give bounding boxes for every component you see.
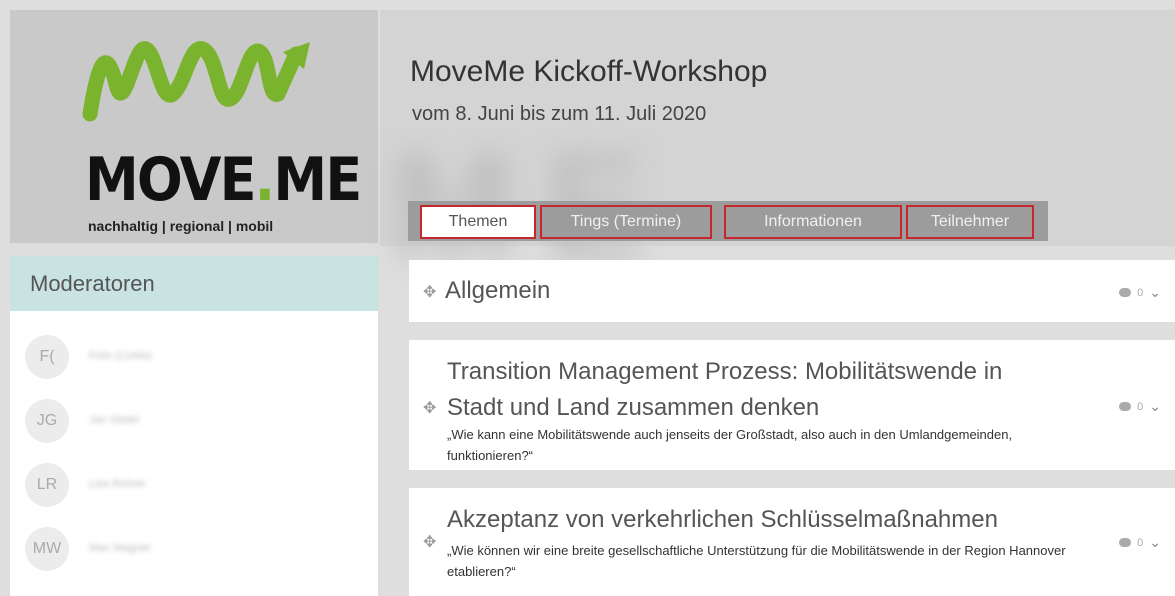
chevron-down-icon[interactable]: ⌄ xyxy=(1149,398,1161,415)
page-subtitle: vom 8. Juni bis zum 11. Juli 2020 xyxy=(412,103,707,125)
chevron-down-icon[interactable]: ⌄ xyxy=(1149,284,1161,301)
moderators-header: Moderatoren xyxy=(10,256,378,311)
moderator-name: Felix (CoMo) xyxy=(89,350,152,362)
topic-meta: 0 ⌄ xyxy=(1119,398,1161,415)
moderator-item[interactable]: LR Lisa Rohrer xyxy=(25,459,365,509)
logo-area[interactable]: MOVE.ME nachhaltig | regional | mobil xyxy=(10,10,378,243)
topic-title: Akzeptanz von verkehrlichen Schlüsselmaß… xyxy=(447,506,998,533)
moderator-item[interactable]: F( Felix (CoMo) xyxy=(25,331,365,381)
tab-bar: Themen Tings (Termine) Informationen Tei… xyxy=(408,201,1048,241)
topic-meta: 0 ⌄ xyxy=(1119,534,1161,551)
tab-teilnehmer[interactable]: Teilnehmer xyxy=(906,205,1034,239)
move-icon[interactable]: ✥ xyxy=(423,532,436,552)
comment-count: 0 xyxy=(1137,400,1144,413)
tab-tings[interactable]: Tings (Termine) xyxy=(540,205,712,239)
topic-card[interactable]: ✥ Akzeptanz von verkehrlichen Schlüsselm… xyxy=(409,488,1175,596)
tab-informationen[interactable]: Informationen xyxy=(724,205,902,239)
moderator-name: Max Wagner xyxy=(89,542,151,554)
moderators-list: F( Felix (CoMo) JG Jan Gödel LR Lisa Roh… xyxy=(10,311,378,596)
page-title: MoveMe Kickoff-Workshop xyxy=(410,55,768,88)
moderator-name: Lisa Rohrer xyxy=(89,478,146,490)
avatar: LR xyxy=(25,463,69,507)
topic-title-line1: Transition Management Prozess: Mobilität… xyxy=(447,358,1003,385)
moderator-name: Jan Gödel xyxy=(89,414,140,426)
topic-meta: 0 ⌄ xyxy=(1119,284,1161,301)
avatar: MW xyxy=(25,527,69,571)
comment-icon xyxy=(1119,402,1132,411)
moveme-logo-icon xyxy=(82,41,310,122)
moderator-item[interactable]: MW Max Wagner xyxy=(25,523,365,573)
comment-count: 0 xyxy=(1137,536,1144,549)
topic-card[interactable]: ✥ Allgemein 0 ⌄ xyxy=(409,260,1175,322)
moderator-item[interactable]: JG Jan Gödel xyxy=(25,395,365,445)
logo-tagline: nachhaltig | regional | mobil xyxy=(88,218,274,234)
comment-icon xyxy=(1119,288,1132,297)
topic-title-line2: Stadt und Land zusammen denken xyxy=(447,394,820,421)
topic-description: „Wie kann eine Mobilitätswende auch jens… xyxy=(447,427,1013,463)
moderators-title: Moderatoren xyxy=(30,271,155,296)
comment-icon xyxy=(1119,538,1132,547)
tab-themen[interactable]: Themen xyxy=(420,205,536,239)
avatar: F( xyxy=(25,335,69,379)
move-icon[interactable]: ✥ xyxy=(423,282,436,302)
comment-count: 0 xyxy=(1137,286,1144,299)
avatar: JG xyxy=(25,399,69,443)
logo-wordmark: MOVE.ME xyxy=(85,145,362,215)
chevron-down-icon[interactable]: ⌄ xyxy=(1149,534,1161,551)
topic-title: Allgemein xyxy=(445,277,551,304)
topic-card[interactable]: ✥ Transition Management Prozess: Mobilit… xyxy=(409,340,1175,470)
topic-description: „Wie können wir eine breite gesellschaft… xyxy=(447,543,1066,579)
move-icon[interactable]: ✥ xyxy=(423,398,436,418)
